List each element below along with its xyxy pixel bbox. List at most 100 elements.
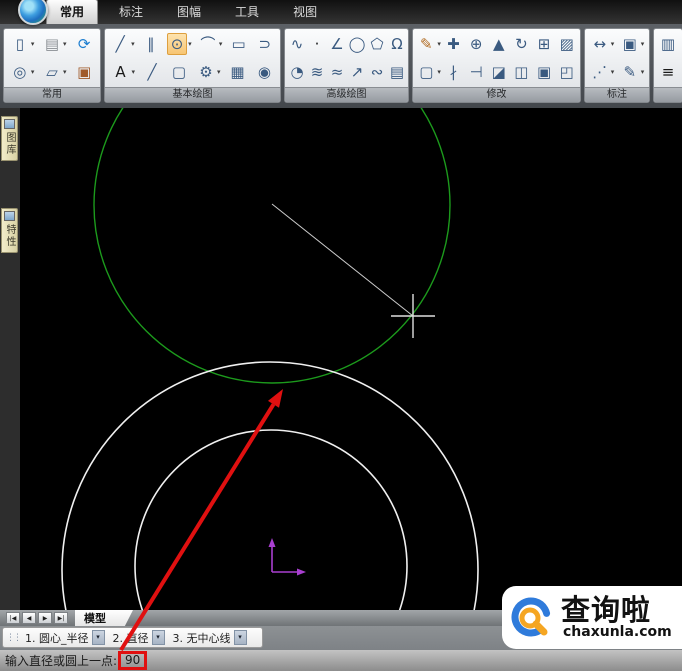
mirror-button[interactable]: ▲ [489,34,509,54]
polygon-button[interactable]: ⬠ [367,34,387,54]
display-button[interactable]: ▣ [74,62,94,82]
chevron-down-icon[interactable]: ▾ [131,40,135,48]
chevron-down-icon[interactable]: ▾ [611,40,615,48]
ribbon-group-label: 高级绘图 [285,87,408,102]
side-tab-2[interactable]: 特性 [1,208,18,253]
tab-2[interactable]: 标注 [106,0,156,24]
model-nav-button-4[interactable]: ▶| [54,612,68,624]
command-bar[interactable]: 输入直径或圆上一点: 90 [0,650,682,671]
chamfer-button[interactable]: ◫ [511,62,531,82]
chevron-down-icon[interactable]: ▾ [31,68,35,76]
tab-3[interactable]: 图幅 [164,0,214,24]
option-2-dropdown[interactable]: ▾ [151,630,165,645]
chevron-down-icon[interactable]: ▾ [63,68,67,76]
copy-button[interactable]: ▯ ▾ [10,34,35,54]
profile-button[interactable]: ▤ [387,62,407,82]
section-circle-button[interactable]: ◔ [287,62,307,82]
parallel-line-button[interactable]: ∥ [141,34,161,54]
hatch-button[interactable]: ▦ [227,62,247,82]
block-button[interactable]: ▣ [534,62,554,82]
document-button[interactable]: ▥ [658,34,678,54]
chevron-down-icon[interactable]: ▾ [131,68,135,76]
circle-button[interactable]: ⊙ ▾ [167,33,192,56]
gear-icon: ⚙ [199,62,213,81]
copy-entity-button[interactable]: ⊕ [466,34,486,54]
ribbon-row: A ▾ ╱ ▢ ⚙ ▾ ▦ ◉ [107,58,278,85]
tab-model[interactable]: 模型 [75,610,133,626]
ribbon-group-6: ▥ ≡ [653,28,682,103]
dimension-button[interactable]: ↔ ▾ [590,34,615,54]
outer-white-circle[interactable] [61,361,479,610]
chevron-down-icon[interactable]: ▾ [611,68,615,76]
inner-white-circle[interactable] [134,429,408,610]
point-button[interactable]: · [307,34,327,54]
move-button[interactable]: ✚ [443,34,463,54]
erase-button[interactable]: ✎ ▾ [416,34,441,54]
scale-button[interactable]: ▨ [557,34,577,54]
ellipse-button[interactable]: ◯ [347,34,367,54]
paste-button[interactable]: ▤ ▾ [42,34,67,54]
parallel-line-icon: ∥ [147,35,155,54]
break-button[interactable]: ∤ [443,62,463,82]
app-logo-icon[interactable] [18,0,48,25]
profile-icon: ▤ [389,62,405,81]
ribbon-row: ▢ ▾ ∤ ⊣ ◪ ◫ ▣ ◰ [415,58,578,85]
tab-1[interactable]: 常用 [46,0,99,24]
explode-button[interactable]: ◰ [557,62,577,82]
wave-line-button[interactable]: ≋ [307,62,327,82]
chevron-down-icon[interactable]: ▾ [217,68,221,76]
tab-4[interactable]: 工具 [222,0,272,24]
arc-button[interactable]: ⌒ ▾ [198,34,223,54]
dim-edit-button[interactable]: ⋰ ▾ [590,62,615,82]
trim-button[interactable]: ◪ [489,62,509,82]
spline-button[interactable]: ╱ [142,62,162,82]
fill-button[interactable]: ◉ [254,62,274,82]
zoom-button[interactable]: ◎ ▾ [10,62,35,82]
refresh-button[interactable]: ⟳ [74,34,94,54]
drawing-canvas[interactable] [20,108,682,610]
document-icon: ▥ [660,35,676,54]
menu-lines-button[interactable]: ≡ [658,62,678,82]
gear-button[interactable]: ⚙ ▾ [196,62,221,82]
model-nav-button-1[interactable]: |◀ [6,612,20,624]
dim-style-button[interactable]: ✎ ▾ [620,62,645,82]
angle-line-button[interactable]: ∠ [327,34,347,54]
side-tab-1[interactable]: 图库 [1,116,18,161]
contour-button[interactable]: ∾ [367,62,387,82]
extend-button[interactable]: ⊣ [466,62,486,82]
chevron-down-icon[interactable]: ▾ [63,40,67,48]
polyline-button[interactable]: ⊃ [255,34,275,54]
text-button[interactable]: A ▾ [110,62,135,82]
model-nav-button-3[interactable]: ▶ [38,612,52,624]
chevron-down-icon[interactable]: ▾ [219,40,223,48]
model-nav-button-2[interactable]: ◀ [22,612,36,624]
hole-axis-button[interactable]: ▢ [169,62,189,82]
option-1-dropdown[interactable]: ▾ [91,630,105,645]
format-painter-button[interactable]: ▱ ▾ [42,62,67,82]
ribbon-group-label: 标注 [585,87,649,102]
chevron-down-icon[interactable]: ▾ [437,68,441,76]
chevron-down-icon[interactable]: ▾ [437,40,441,48]
polygon-icon: ⬠ [370,35,384,54]
display-icon: ▣ [77,62,92,81]
stretch-button[interactable]: ▢ ▾ [416,62,441,82]
double-fold-line-button[interactable]: ≈ [327,62,347,82]
chevron-down-icon[interactable]: ▾ [31,40,35,48]
toolbar-grip[interactable]: ⋮⋮ [6,633,22,643]
coordinate-dim-button[interactable]: ▣ ▾ [620,34,645,54]
arrow-button[interactable]: ↗ [347,62,367,82]
chevron-down-icon[interactable]: ▾ [641,40,645,48]
array-button[interactable]: ⊞ [534,34,554,54]
chevron-down-icon[interactable]: ▾ [641,68,645,76]
option-3-dropdown[interactable]: ▾ [233,630,247,645]
line-button[interactable]: ╱ ▾ [110,34,135,54]
formula-curve-button[interactable]: Ω [387,34,407,54]
rotate-button[interactable]: ↻ [511,34,531,54]
tab-5[interactable]: 视图 [280,0,330,24]
green-circle[interactable] [93,108,451,384]
array-icon: ⊞ [537,35,551,54]
command-input-value[interactable]: 90 [118,651,148,670]
rectangle-button[interactable]: ▭ [229,34,249,54]
curve-button[interactable]: ∿ [287,34,307,54]
chevron-down-icon[interactable]: ▾ [188,40,192,48]
